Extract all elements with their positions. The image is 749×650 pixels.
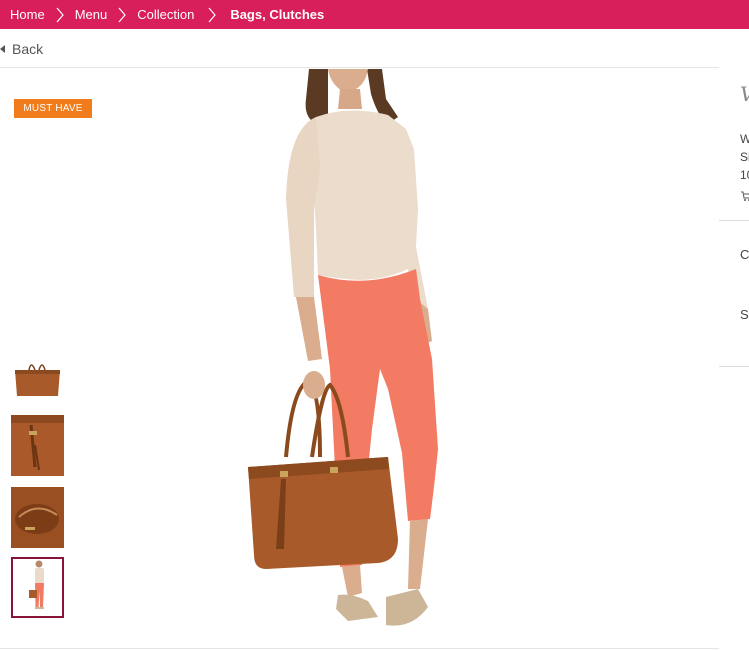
divider (719, 366, 749, 367)
chevron-right-icon (194, 0, 230, 29)
divider (0, 648, 719, 649)
info-line-3: 10 (740, 168, 749, 182)
breadcrumb-home[interactable]: Home (0, 0, 45, 29)
thumbnail-bag-front[interactable] (11, 347, 64, 408)
caret-left-icon (0, 44, 5, 53)
product-main-image (116, 69, 616, 650)
bag-interior-icon (11, 487, 64, 548)
thumbnail-bag-interior[interactable] (11, 487, 64, 548)
color-option-label[interactable]: C (740, 247, 749, 262)
model-thumbnail-icon (29, 560, 44, 609)
thumbnail-bag-detail[interactable] (11, 415, 64, 476)
chevron-right-icon (107, 0, 137, 29)
breadcrumb-current: Bags, Clutches (230, 7, 325, 22)
info-line-1: W (740, 132, 749, 146)
chevron-right-icon (45, 0, 75, 29)
back-link[interactable]: Back (0, 30, 719, 68)
info-line-2: Si (740, 150, 749, 164)
divider (719, 220, 749, 221)
breadcrumb-menu[interactable]: Menu (75, 0, 108, 29)
bag-detail-icon (11, 415, 64, 476)
breadcrumb-collection[interactable]: Collection (137, 0, 194, 29)
back-label: Back (12, 40, 44, 57)
must-have-badge: MUST HAVE (14, 99, 92, 118)
product-gallery: MUST HAVE (0, 69, 719, 650)
thumbnail-model-with-bag[interactable] (11, 557, 64, 618)
brand-logo: V (740, 82, 749, 106)
bag-front-icon (15, 363, 60, 396)
cart-icon[interactable] (740, 190, 749, 205)
model-with-handbag-photo (248, 69, 438, 626)
size-option-label[interactable]: Sl (740, 307, 749, 322)
breadcrumb: Home Menu Collection Bags, Clutches (0, 0, 749, 29)
product-info-panel: V W Si 10 C Sl (719, 30, 749, 650)
